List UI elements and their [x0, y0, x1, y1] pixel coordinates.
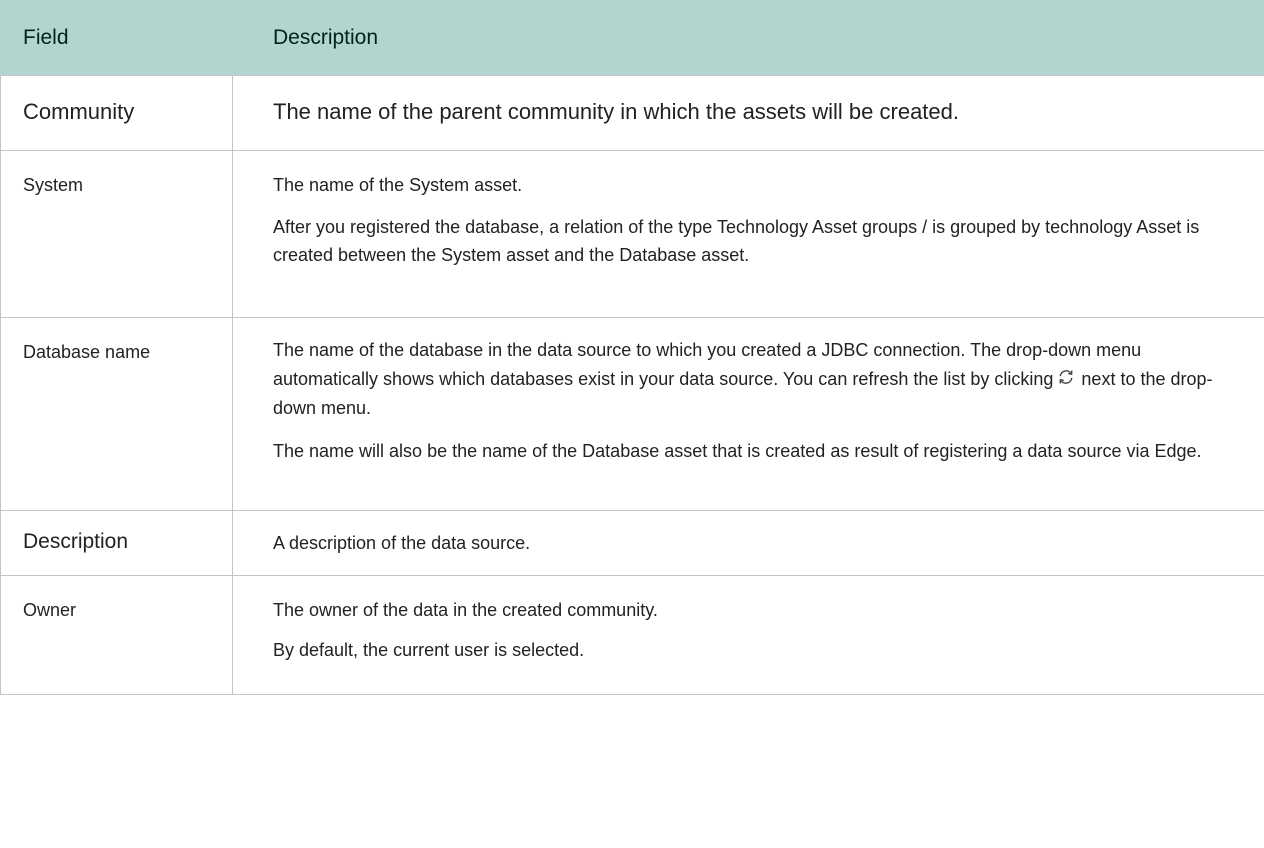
- table-body: Community The name of the parent communi…: [0, 75, 1264, 695]
- refresh-icon: [1057, 368, 1075, 386]
- description-cell: The owner of the data in the created com…: [232, 575, 1264, 695]
- table-row-description: Description A description of the data so…: [0, 510, 1264, 576]
- field-cell: Description: [0, 510, 233, 576]
- field-name: System: [23, 175, 84, 195]
- table-row-community: Community The name of the parent communi…: [0, 75, 1264, 151]
- description-paragraph-1: The owner of the data in the created com…: [273, 600, 658, 620]
- fields-table: Field Description Community The name of …: [0, 0, 1264, 695]
- description-paragraph-2: The name will also be the name of the Da…: [273, 441, 1202, 461]
- header-row: Field Description: [0, 0, 1264, 76]
- table-row-owner: Owner The owner of the data in the creat…: [0, 575, 1264, 695]
- field-cell: Community: [0, 75, 233, 151]
- field-name: Owner: [23, 600, 77, 620]
- header-description: Description: [232, 0, 1264, 76]
- field-cell: Database name: [0, 317, 233, 511]
- description-cell: The name of the System asset. After you …: [232, 150, 1264, 318]
- field-name: Description: [23, 530, 129, 553]
- table-row-system: System The name of the System asset. Aft…: [0, 150, 1264, 318]
- field-cell: System: [0, 150, 233, 318]
- table-header: Field Description: [0, 0, 1264, 76]
- description-paragraph-2: After you registered the database, a rel…: [273, 217, 1200, 265]
- field-name: Database name: [23, 342, 151, 362]
- description-text: The name of the parent community in whic…: [273, 99, 960, 124]
- field-name: Community: [23, 99, 135, 124]
- description-paragraph-1: The name of the database in the data sou…: [273, 318, 1250, 423]
- description-text-a: The name of the database in the data sou…: [273, 340, 1142, 389]
- description-cell: The name of the database in the data sou…: [232, 317, 1264, 511]
- description-paragraph-2: By default, the current user is selected…: [273, 640, 585, 660]
- description-cell: A description of the data source.: [232, 510, 1264, 576]
- description-text: A description of the data source.: [273, 533, 531, 553]
- description-paragraph-1: The name of the System asset.: [273, 175, 523, 195]
- header-field: Field: [0, 0, 233, 76]
- field-cell: Owner: [0, 575, 233, 695]
- description-cell: The name of the parent community in whic…: [232, 75, 1264, 151]
- table-row-database-name: Database name The name of the database i…: [0, 317, 1264, 511]
